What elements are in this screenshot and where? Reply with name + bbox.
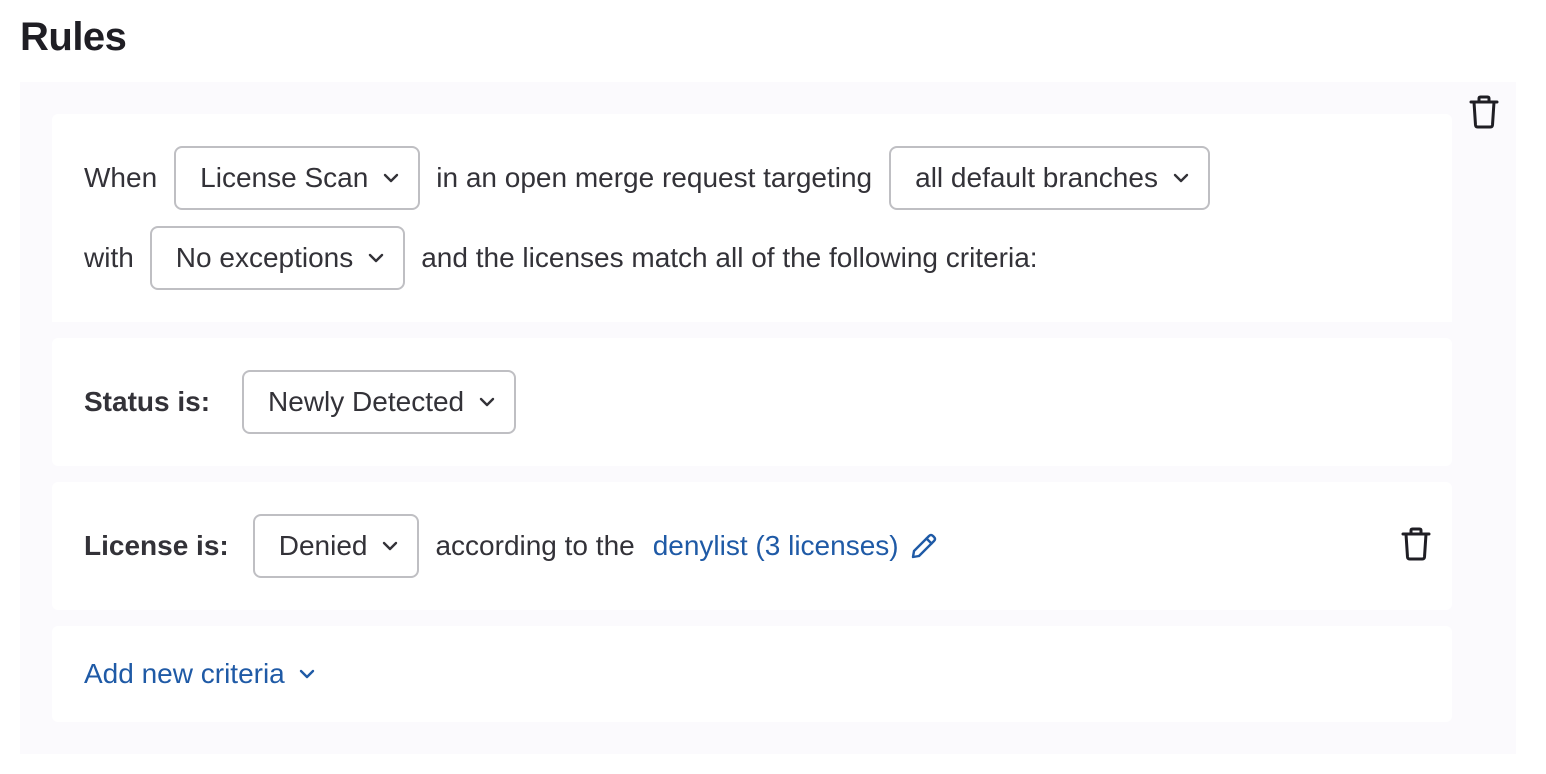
delete-rule-button[interactable] [1466, 95, 1502, 134]
branches-dropdown-value: all default branches [915, 162, 1158, 193]
status-dropdown-value: Newly Detected [268, 386, 465, 417]
according-text: according to the [435, 530, 635, 561]
criteria-text: and the licenses match all of the follow… [421, 242, 1038, 273]
with-label: with [84, 242, 134, 273]
delete-criteria-button[interactable] [1398, 527, 1434, 565]
branches-dropdown[interactable]: all default branches [889, 146, 1210, 210]
trash-icon [1401, 527, 1431, 566]
license-dropdown-value: Denied [278, 530, 368, 561]
status-dropdown[interactable]: Newly Detected [242, 370, 517, 434]
license-criteria-label: License is: [84, 530, 229, 561]
rule-with-row: with No exceptions and the licenses matc… [84, 226, 1038, 290]
denylist-link[interactable]: denylist (3 licenses) [653, 529, 899, 563]
rule-when-row: When License Scan in an open merge reque… [84, 146, 1210, 210]
exceptions-dropdown-value: No exceptions [175, 242, 354, 273]
add-criteria-label: Add new criteria [84, 658, 285, 689]
chevron-down-icon [381, 537, 399, 555]
chevron-down-icon [367, 249, 385, 267]
chevron-down-icon [1172, 169, 1190, 187]
targeting-text: in an open merge request targeting [436, 162, 873, 193]
scanner-dropdown-value: License Scan [200, 162, 369, 193]
page-title: Rules [20, 15, 127, 59]
when-label: When [84, 162, 158, 193]
trash-icon [1469, 95, 1499, 134]
license-dropdown[interactable]: Denied [252, 514, 420, 578]
chevron-down-icon [478, 393, 496, 411]
pencil-icon[interactable] [909, 531, 939, 561]
chevron-down-icon [299, 669, 315, 679]
add-criteria-button[interactable]: Add new criteria [84, 657, 315, 691]
status-criteria-row: Status is: Newly Detected [84, 370, 517, 434]
status-criteria-label: Status is: [84, 386, 211, 417]
exceptions-dropdown[interactable]: No exceptions [149, 226, 406, 290]
license-criteria-row: License is: Denied according to the deny… [84, 514, 939, 578]
scanner-dropdown[interactable]: License Scan [174, 146, 421, 210]
chevron-down-icon [382, 169, 400, 187]
